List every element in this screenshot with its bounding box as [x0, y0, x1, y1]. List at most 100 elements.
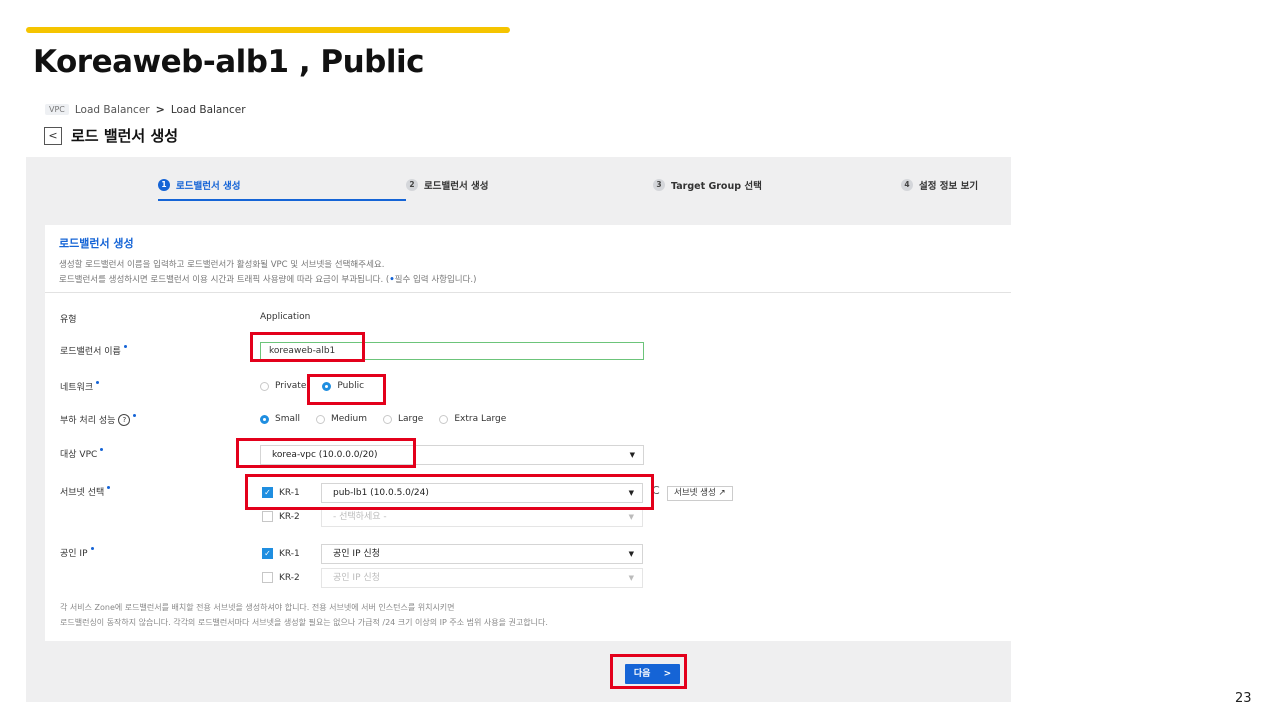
step-4[interactable]: 4 설정 정보 보기 [901, 178, 978, 192]
zone-label: KR-2 [279, 572, 300, 583]
subnet-select-value: pub-lb1 (10.0.5.0/24) [333, 488, 429, 498]
breadcrumb-parent[interactable]: Load Balancer [75, 104, 150, 116]
step-3[interactable]: 3 Target Group 선택 [653, 178, 762, 192]
name-label: 로드밸런서 이름 [60, 344, 127, 357]
card-desc-line-2: 로드밸런서를 생성하시면 로드밸런서 이용 시간과 트래픽 사용량에 따라 요금… [59, 273, 476, 288]
card-header: 로드밸런서 생성 생성할 로드밸런서 이름을 입력하고 로드밸런서가 활성화될 … [59, 235, 476, 288]
refresh-icon[interactable]: C [652, 484, 660, 497]
performance-radio-group: Small Medium Large Extra Large [260, 414, 522, 424]
step-label: 로드밸런서 생성 [176, 181, 241, 192]
subnet-select-kr1[interactable]: pub-lb1 (10.0.5.0/24) ▼ [321, 483, 643, 503]
public-ip-select-placeholder: 공인 IP 신청 [333, 573, 380, 583]
perf-option-small[interactable]: Small [260, 414, 300, 424]
network-option-private[interactable]: Private [260, 381, 306, 391]
perf-option-extra-large[interactable]: Extra Large [439, 414, 506, 424]
next-button-label: 다음 [633, 669, 651, 679]
radio-label: Extra Large [454, 414, 507, 424]
public-ip-select-kr1[interactable]: 공인 IP 신청 ▼ [321, 544, 643, 564]
external-link-icon: ↗ [718, 488, 726, 498]
back-button[interactable]: < [44, 127, 62, 145]
public-ip-zone-kr2[interactable]: KR-2 [262, 572, 300, 583]
slide-title: Koreaweb-alb1 , Public [33, 44, 425, 80]
radio-checked-icon [322, 381, 332, 391]
vpc-label-text: 대상 VPC [60, 450, 98, 460]
load-balancer-name-input[interactable]: koreaweb-alb1 [260, 342, 644, 360]
vpc-select[interactable]: korea-vpc (10.0.0.0/20) ▼ [260, 445, 644, 465]
public-ip-zone-kr1[interactable]: ✓ KR-1 [262, 548, 300, 559]
step-2[interactable]: 2 로드밸런서 생성 [406, 178, 489, 192]
step-label: 로드밸런서 생성 [424, 181, 489, 192]
card-title: 로드밸런서 생성 [59, 237, 134, 250]
subnet-label-text: 서브넷 선택 [60, 488, 105, 498]
type-label: 유형 [60, 312, 77, 325]
caret-down-icon: ▼ [628, 489, 634, 497]
desc-suffix: 필수 입력 사항입니다.) [394, 275, 477, 285]
network-label-text: 네트워크 [60, 383, 94, 393]
breadcrumb-badge: VPC [45, 104, 69, 115]
zone-label: KR-1 [279, 548, 300, 559]
step-number: 4 [901, 179, 913, 191]
footnote-line-1: 각 서비스 Zone에 로드밸런서를 배치할 전용 서브넷을 생성하셔야 합니다… [60, 603, 455, 612]
network-option-public[interactable]: Public [322, 381, 364, 391]
form-card: 로드밸런서 생성 생성할 로드밸런서 이름을 입력하고 로드밸런서가 활성화될 … [45, 225, 1011, 641]
step-number: 2 [406, 179, 418, 191]
create-panel: 1 로드밸런서 생성 2 로드밸런서 생성 3 Target Group 선택 … [26, 157, 1011, 702]
step-number: 1 [158, 179, 170, 191]
vpc-label: 대상 VPC [60, 447, 104, 460]
required-dot-icon [96, 381, 100, 384]
required-dot-icon [133, 414, 137, 417]
perf-option-large[interactable]: Large [383, 414, 423, 424]
card-divider [45, 292, 1011, 293]
checkbox-checked-icon: ✓ [262, 548, 273, 559]
accent-bar [26, 27, 510, 33]
caret-down-icon: ▼ [629, 451, 635, 459]
step-label: 설정 정보 보기 [919, 181, 979, 192]
create-subnet-label: 서브넷 생성 [674, 488, 716, 498]
card-desc-line-1: 생성할 로드밸런서 이름을 입력하고 로드밸런서가 활성화될 VPC 및 서브넷… [59, 260, 385, 270]
caret-down-icon: ▼ [628, 550, 634, 558]
public-ip-select-value: 공인 IP 신청 [333, 549, 380, 559]
radio-label: Public [337, 381, 365, 391]
chevron-left-icon: < [48, 129, 58, 142]
subnet-label: 서브넷 선택 [60, 485, 111, 498]
performance-label: 부하 처리 성능 ? [60, 413, 137, 426]
required-dot-icon [90, 547, 94, 550]
name-label-text: 로드밸런서 이름 [60, 347, 121, 357]
subnet-select-placeholder: - 선택하세요 - [333, 512, 387, 522]
subnet-select-kr2[interactable]: - 선택하세요 - ▼ [321, 507, 643, 527]
subnet-zone-kr2[interactable]: KR-2 [262, 511, 300, 522]
help-icon[interactable]: ? [118, 413, 131, 426]
radio-icon [260, 381, 269, 391]
chevron-right-icon: > [663, 669, 672, 679]
stepper: 1 로드밸런서 생성 2 로드밸런서 생성 3 Target Group 선택 … [26, 157, 1011, 201]
subnet-zone-kr1[interactable]: ✓ KR-1 [262, 487, 300, 498]
radio-label: Small [275, 414, 300, 424]
public-ip-label: 공인 IP [60, 546, 94, 559]
radio-icon [316, 414, 325, 424]
required-dot-icon [107, 486, 111, 489]
desc-prefix: 로드밸런서를 생성하시면 로드밸런서 이용 시간과 트래픽 사용량에 따라 요금… [59, 275, 390, 285]
active-step-underline [158, 199, 406, 201]
radio-icon [439, 414, 449, 424]
network-label: 네트워크 [60, 380, 100, 393]
footnote-line-2: 로드밸런싱이 동작하지 않습니다. 각각의 로드밸런서마다 서브넷을 생성할 필… [60, 618, 548, 627]
step-1[interactable]: 1 로드밸런서 생성 [158, 178, 241, 192]
public-ip-label-text: 공인 IP [60, 549, 88, 559]
radio-label: Medium [331, 414, 367, 424]
next-button[interactable]: 다음 > [625, 664, 680, 684]
vpc-select-value: korea-vpc (10.0.0.0/20) [272, 450, 378, 460]
checkbox-checked-icon: ✓ [262, 487, 273, 498]
checkbox-icon [262, 572, 273, 583]
create-subnet-button[interactable]: 서브넷 생성 ↗ [667, 486, 733, 501]
zone-label: KR-2 [279, 511, 300, 522]
required-dot-icon [100, 448, 104, 451]
public-ip-select-kr2[interactable]: 공인 IP 신청 ▼ [321, 568, 643, 588]
radio-checked-icon [260, 414, 269, 424]
perf-option-medium[interactable]: Medium [316, 414, 367, 424]
radio-label: Private [275, 381, 307, 391]
zone-label: KR-1 [279, 487, 300, 498]
checkbox-icon [262, 511, 273, 522]
breadcrumb-current: Load Balancer [170, 103, 246, 116]
caret-down-icon: ▼ [628, 574, 634, 582]
subnet-footnote: 각 서비스 Zone에 로드밸런서를 배치할 전용 서브넷을 생성하셔야 합니다… [60, 600, 548, 630]
